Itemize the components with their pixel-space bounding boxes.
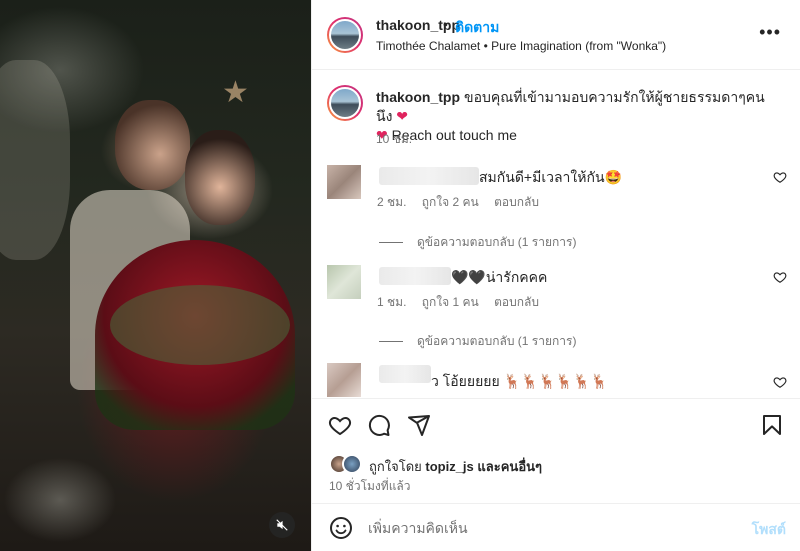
post-detail-panel: thakoon_tpp • ติดตาม Timothée Chalamet •… xyxy=(311,0,800,551)
comment-time: 2 ชม. xyxy=(377,195,407,209)
header-separator: • xyxy=(443,16,448,32)
liked-by-text: ถูกใจโดย topiz_js และคนอื่นๆ xyxy=(369,456,542,477)
photo-head-woman xyxy=(185,130,255,225)
speaker-muted-icon xyxy=(276,519,288,531)
post-comment-button[interactable]: โพสต์ xyxy=(752,519,786,541)
photo-star-ornament: ★ xyxy=(222,76,249,109)
commenter-username-blurred[interactable] xyxy=(379,267,451,285)
commenter-username-blurred[interactable] xyxy=(379,167,479,185)
like-comment-icon[interactable] xyxy=(773,375,787,389)
comment-likes[interactable]: ถูกใจ 2 คน xyxy=(422,195,479,209)
comment-time: 1 ชม. xyxy=(377,295,407,309)
photo-head-man xyxy=(115,100,190,190)
comment-bubble-icon[interactable] xyxy=(367,413,391,437)
comment-item: สมกันดี+มีเวลาให้กัน🤩 2 ชม. ถูกใจ 2 คน ต… xyxy=(327,165,787,215)
photo-bouquet-leaves xyxy=(110,285,290,365)
photo-glass-blur xyxy=(0,60,70,260)
mute-button[interactable] xyxy=(269,512,295,538)
comment-item: 🖤🖤น่ารักคคค 1 ชม. ถูกใจ 1 คน ตอบกลับ xyxy=(327,265,787,315)
caption-author-avatar[interactable] xyxy=(327,85,363,121)
post-timestamp: 10 ชั่วโมงที่แล้ว xyxy=(329,479,411,493)
view-replies-button[interactable]: ดูข้อความตอบกลับ (1 รายการ) xyxy=(379,233,576,252)
liked-by-others[interactable]: และคนอื่นๆ xyxy=(477,459,542,474)
view-replies-button[interactable]: ดูข้อความตอบกลับ (1 รายการ) xyxy=(379,332,576,351)
post-caption: thakoon_tpp ขอบคุณที่เข้ามามอบความรักให้ผ… xyxy=(376,88,781,145)
view-replies-label: ดูข้อความตอบกลับ (1 รายการ) xyxy=(417,235,577,249)
commenter-avatar[interactable] xyxy=(327,363,361,397)
more-options-icon[interactable]: ••• xyxy=(759,22,781,43)
liked-by-username[interactable]: topiz_js xyxy=(425,459,473,474)
commenter-avatar[interactable] xyxy=(327,265,361,299)
view-replies-label: ดูข้อความตอบกลับ (1 รายการ) xyxy=(417,334,577,348)
comment-text: สมกันดี+มีเวลาให้กัน🤩 xyxy=(479,169,622,185)
author-avatar[interactable] xyxy=(327,17,363,53)
bookmark-save-icon[interactable] xyxy=(760,413,784,437)
comment-meta: 2 ชม. ถูกใจ 2 คน ตอบกลับ xyxy=(377,193,551,212)
caption-username[interactable]: thakoon_tpp xyxy=(376,89,460,105)
like-comment-icon[interactable] xyxy=(773,270,787,284)
audio-track-link[interactable]: Timothée Chalamet • Pure Imagination (fr… xyxy=(376,39,666,53)
liker-avatar xyxy=(342,454,362,474)
reply-button[interactable]: ตอบกลับ xyxy=(494,295,539,309)
liked-by-prefix: ถูกใจโดย xyxy=(369,459,422,474)
add-comment-bar: โพสต์ xyxy=(312,503,800,551)
commenter-avatar[interactable] xyxy=(327,165,361,199)
reply-button[interactable]: ตอบกลับ xyxy=(494,195,539,209)
like-heart-icon[interactable] xyxy=(328,413,352,437)
post-header: thakoon_tpp • ติดตาม Timothée Chalamet •… xyxy=(312,0,800,70)
post-photo[interactable]: ★ xyxy=(0,0,311,551)
commenter-username-blurred[interactable] xyxy=(379,365,431,383)
comment-meta: 1 ชม. ถูกใจ 1 คน ตอบกลับ xyxy=(377,293,551,312)
comment-text: 🖤🖤น่ารักคคค xyxy=(451,269,548,285)
follow-button[interactable]: ติดตาม xyxy=(455,17,499,39)
share-send-icon[interactable] xyxy=(407,413,431,437)
replies-line xyxy=(379,341,403,343)
red-heart-emoji: ❤ xyxy=(396,108,409,124)
replies-line xyxy=(379,242,403,244)
comment-likes[interactable]: ถูกใจ 1 คน xyxy=(422,295,479,309)
post-action-bar xyxy=(312,398,800,450)
comment-item: ว โอ้ยยยยย 🦌🦌🦌🦌🦌🦌 xyxy=(327,363,787,398)
caption-timestamp: 10 ชม. xyxy=(376,132,413,146)
emoji-smiley-icon[interactable] xyxy=(329,516,353,540)
comment-input[interactable] xyxy=(368,518,728,538)
comment-text: ว โอ้ยยยยย 🦌🦌🦌🦌🦌🦌 xyxy=(431,373,609,389)
like-comment-icon[interactable] xyxy=(773,170,787,184)
